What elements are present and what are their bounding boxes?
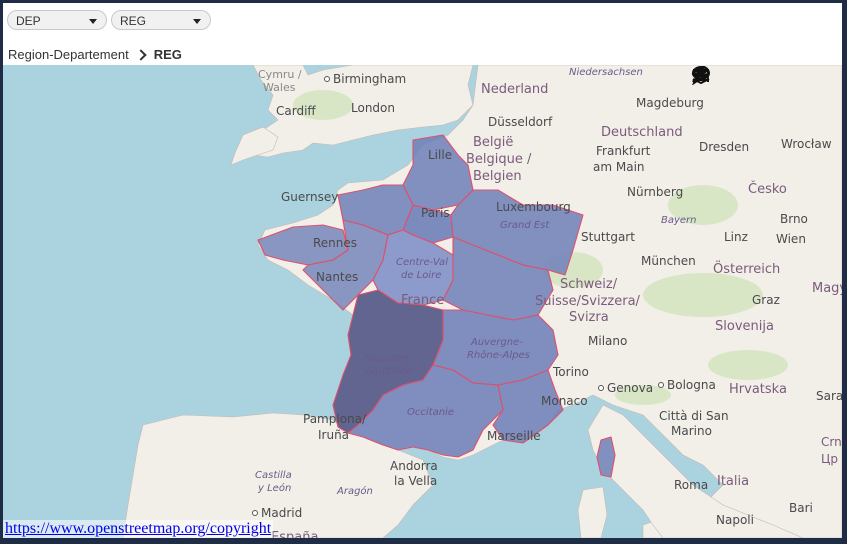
map-label-lille: Lille <box>428 148 453 162</box>
map-label-bari: Bari <box>789 501 813 515</box>
chevron-down-icon <box>89 19 97 24</box>
map-label-sara: Sara <box>816 389 842 403</box>
map-toolbar <box>691 65 842 91</box>
map-label-munchen: München <box>641 254 696 268</box>
reg-select-value: REG <box>120 14 147 28</box>
map-label-torino: Torino <box>553 365 589 379</box>
map-label-y-leon: y León <box>258 483 292 494</box>
map-label-luxembourg: Luxembourg <box>496 200 571 214</box>
map-label-schweiz: Schweiz/ <box>560 277 618 292</box>
comment-icon[interactable] <box>692 66 790 89</box>
dep-select-value: DEP <box>16 14 41 28</box>
map-label-bologna: Bologna <box>658 378 716 392</box>
map-label-nurnberg: Nürnberg <box>627 185 684 199</box>
map-label-centre-val: Centre-Val <box>396 257 448 268</box>
map-label-dusseldorf: Düsseldorf <box>488 115 553 129</box>
map-label-napoli: Napoli <box>716 513 754 527</box>
map-label-graz: Graz <box>752 293 780 307</box>
chevron-down-icon <box>193 19 201 24</box>
map-label-madrid: Madrid <box>251 506 303 520</box>
map-label-aragon: Aragón <box>337 486 373 497</box>
map-label-rennes: Rennes <box>313 236 358 250</box>
map-label-nouvelle: Nouvelle- <box>364 353 412 364</box>
osm-copyright-link[interactable]: https://www.openstreetmap.org/copyright <box>3 520 274 538</box>
map-label-am-main: am Main <box>593 160 645 174</box>
map-view[interactable]: Cymru / Wales Birmingham Cardiff London … <box>3 65 842 538</box>
layers-icon[interactable] <box>692 67 840 89</box>
map-label-birmingham: Birmingham <box>323 72 407 86</box>
dep-select[interactable]: DEP <box>7 10 107 30</box>
map-label-london: London <box>351 101 395 115</box>
map-label-svizra: Svizra <box>569 310 609 325</box>
list-icon[interactable] <box>693 67 815 89</box>
map-panel: DEP REG Region-Departement REG Cymru / W… <box>3 3 842 538</box>
map-label-wroclaw: Wrocław <box>781 137 832 151</box>
map-label-andorra: Andorra <box>390 459 438 473</box>
map-label-roma: Roma <box>674 478 709 492</box>
chevron-right-icon <box>135 48 147 61</box>
map-label-belgie: België <box>473 135 514 150</box>
map-label-dresden: Dresden <box>699 140 750 154</box>
map-label-niedersachsen: Niedersachsen <box>569 67 643 78</box>
map-label-italia: Italia <box>717 474 750 489</box>
zoom-in-icon[interactable] <box>692 66 740 89</box>
map-label-frankfurt: Frankfurt <box>596 144 651 158</box>
map-label-aquitaine: Aquitaine <box>365 366 413 377</box>
map-label-magy: Magy <box>812 281 842 296</box>
map-label-rhone-alpes: Rhône-Alpes <box>467 350 530 361</box>
map-label-slovenija: Slovenija <box>715 319 774 334</box>
map-label-castilla: Castilla <box>255 470 292 481</box>
map-label-guernsey: Guernsey <box>281 190 339 204</box>
map-label-linz: Linz <box>724 230 748 244</box>
map-label-iruna: Iruña <box>318 428 350 442</box>
map-label-de-loire: de Loire <box>401 270 442 281</box>
map-label-paris: Paris <box>421 206 450 220</box>
map-label-magdeburg: Magdeburg <box>636 96 704 110</box>
map-label-la-vella: la Vella <box>394 474 438 488</box>
map-label-belgique: Belgique / <box>466 152 532 167</box>
map-label-crn: Crn <box>821 435 842 449</box>
map-label-occitanie: Occitanie <box>407 407 454 418</box>
map-label-bayern: Bayern <box>661 215 697 226</box>
map-label-monaco: Monaco <box>541 394 588 408</box>
map-label-osterreich: Österreich <box>713 262 781 277</box>
map-label-brno: Brno <box>780 212 808 226</box>
map-label-wien: Wien <box>776 232 806 246</box>
map-label-espana: España <box>271 530 319 538</box>
map-label-wales: Wales <box>263 81 296 94</box>
breadcrumb-current: REG <box>153 47 182 62</box>
breadcrumb: Region-Departement REG <box>8 47 182 62</box>
map-label-cardiff: Cardiff <box>276 104 316 118</box>
map-label-suisse: Suisse/Svizzera/ <box>535 294 640 309</box>
map-label-citta: Città di San <box>659 409 729 423</box>
reg-select[interactable]: REG <box>111 10 211 30</box>
map-label-cymru: Cymru / <box>258 68 302 81</box>
map-label-auvergne: Auvergne- <box>471 337 523 348</box>
right-edge-handle[interactable] <box>843 200 847 214</box>
map-label-belgien: Belgien <box>473 169 522 184</box>
map-label-marseille: Marseille <box>487 429 541 443</box>
map-label-cesko: Česko <box>748 182 787 197</box>
map-label-genova: Genova <box>597 381 654 395</box>
undo-icon[interactable] <box>691 67 765 89</box>
map-label-deutschland: Deutschland <box>601 125 683 140</box>
filter-bar: DEP REG Region-Departement REG <box>3 3 842 65</box>
map-label-milano: Milano <box>588 334 628 348</box>
map-label-nantes: Nantes <box>316 270 359 284</box>
map-label-tsr: Цр <box>821 452 838 466</box>
map-label-hrvatska: Hrvatska <box>729 382 787 397</box>
map-label-france: France <box>401 293 445 308</box>
breadcrumb-parent[interactable]: Region-Departement <box>8 47 129 62</box>
map-label-grand-est: Grand Est <box>500 220 550 231</box>
map-label-marino: Marino <box>671 424 712 438</box>
map-label-pamplona: Pamplona/ <box>303 412 367 426</box>
map-label-stuttgart: Stuttgart <box>581 230 635 244</box>
map-label-nederland: Nederland <box>481 82 549 97</box>
